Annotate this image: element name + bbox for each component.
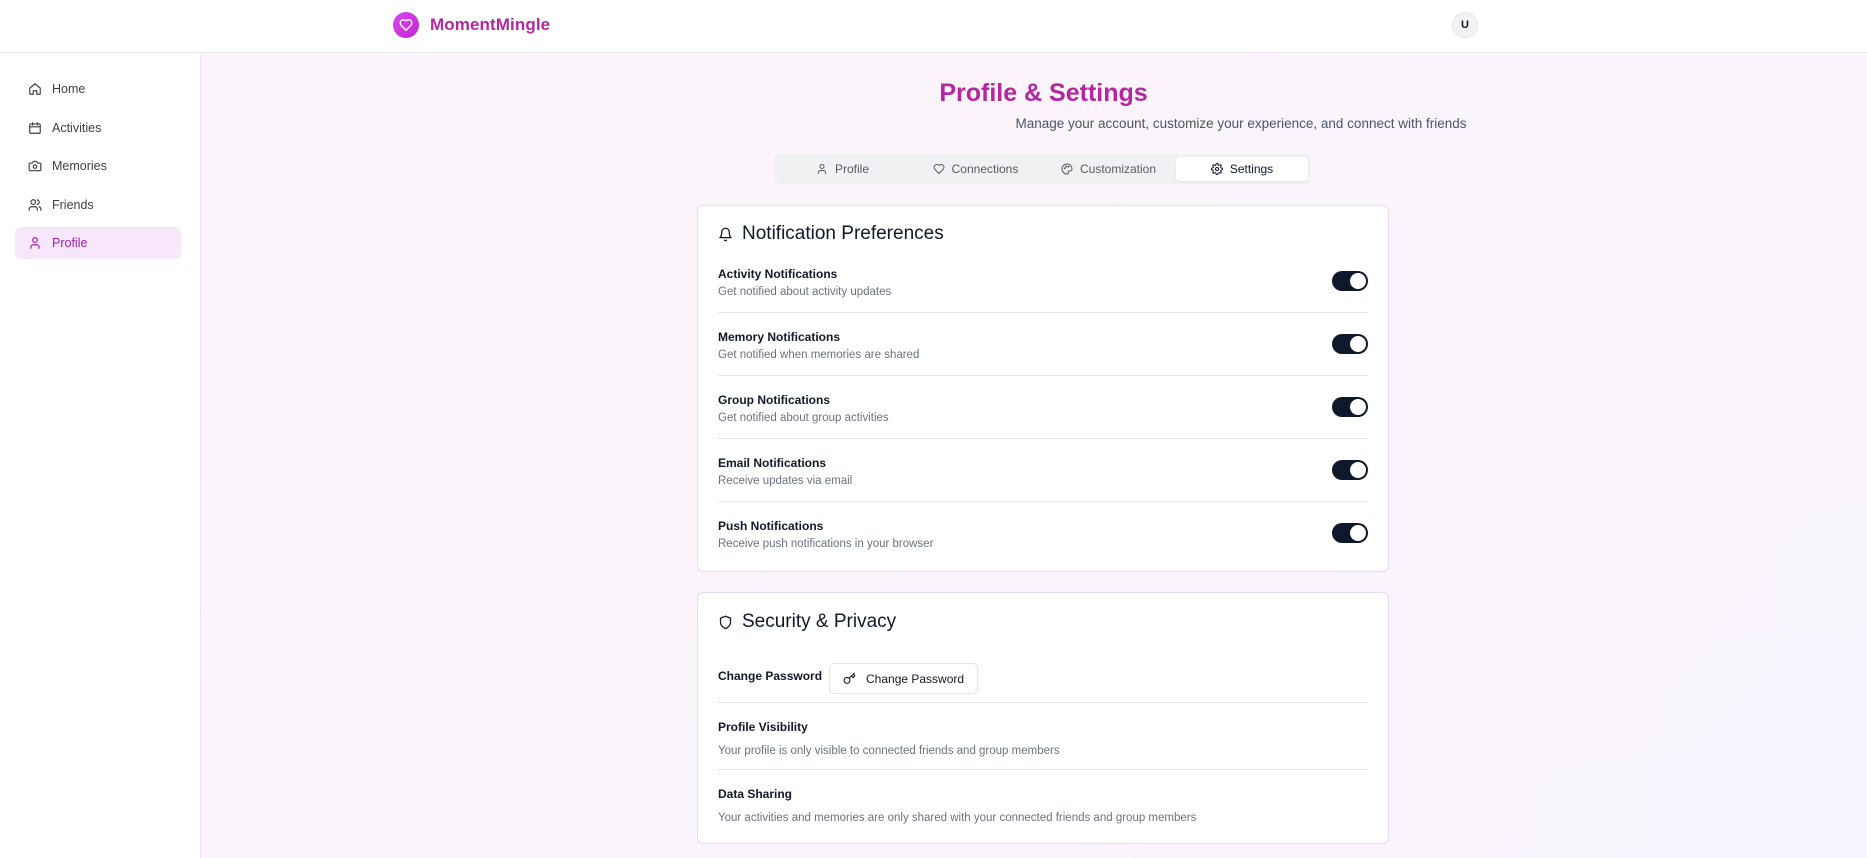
page-subtitle: Manage your account, customize your expe… [1015,116,1467,131]
tab-label: Profile [834,162,869,176]
setting-row-change-password: Change Password Change Password [718,663,1368,694]
toggle-knob [1350,399,1366,415]
setting-label: Memory Notifications [718,330,841,344]
toggle-knob [1350,462,1366,478]
brand[interactable]: MomentMingle [393,12,550,38]
divider [718,501,1368,502]
tab-settings[interactable]: Settings [1176,157,1308,181]
tab-connections[interactable]: Connections [910,157,1041,181]
user-icon [30,237,40,249]
shield-icon [719,615,732,629]
email-notifications-toggle[interactable] [1332,460,1368,480]
tab-label: Customization [1079,162,1157,176]
setting-row-group: Group Notifications Get notified about g… [718,393,1368,424]
card-title: Security & Privacy [718,611,896,633]
setting-row-activity: Activity Notifications Get notified abou… [718,267,1368,298]
divider [718,438,1368,439]
setting-row-data-sharing: Data Sharing Your activities and memorie… [718,787,1368,824]
setting-description: Get notified about group activities [718,412,889,424]
top-bar: MomentMingle U [0,0,1867,53]
sidebar: Home Activities Memories Friends Profile [0,53,201,858]
toggle-knob [1350,336,1366,352]
notification-preferences-card: Notification Preferences Activity Notifi… [697,205,1389,572]
users-icon [28,199,42,211]
sidebar-item-label: Memories [52,159,107,173]
tab-profile[interactable]: Profile [777,157,908,181]
sidebar-item-label: Profile [52,236,88,250]
setting-description: Your profile is only visible to connecte… [718,745,1060,757]
setting-label: Change Password [718,669,823,683]
tab-customization[interactable]: Customization [1043,157,1174,181]
settings-tabs: Profile Connections Customization Settin… [774,154,1311,184]
sidebar-item-label: Friends [52,198,94,212]
setting-row-email: Email Notifications Receive updates via … [718,456,1368,487]
setting-description: Receive push notifications in your brows… [718,538,934,550]
sidebar-item-activities[interactable]: Activities [15,112,181,144]
divider [718,769,1368,770]
setting-row-profile-visibility: Profile Visibility Your profile is only … [718,720,1368,757]
user-avatar[interactable]: U [1452,12,1478,38]
setting-description: Receive updates via email [718,475,853,487]
divider [718,312,1368,313]
heart-icon [933,164,945,174]
brand-name: MomentMingle [430,15,551,34]
memory-notifications-toggle[interactable] [1332,334,1368,354]
setting-description: Your activities and memories are only sh… [718,812,1197,824]
user-icon [817,164,826,174]
group-notifications-toggle[interactable] [1332,397,1368,417]
setting-label: Profile Visibility [718,720,808,734]
palette-icon [1061,163,1073,175]
setting-label: Email Notifications [718,456,827,470]
toggle-knob [1350,525,1366,541]
setting-label: Data Sharing [718,787,793,801]
activity-notifications-toggle[interactable] [1332,271,1368,291]
camera-icon [28,160,42,172]
divider [718,375,1368,376]
toggle-knob [1350,273,1366,289]
sidebar-item-label: Activities [52,121,102,135]
gear-icon [1210,163,1223,175]
setting-row-push: Push Notifications Receive push notifica… [718,519,1368,550]
card-title: Notification Preferences [718,223,944,245]
tab-label: Connections [951,162,1019,176]
heart-logo-icon [393,12,419,38]
change-password-button[interactable]: Change Password [829,663,979,694]
divider [718,702,1368,703]
security-privacy-card: Security & Privacy Change Password Chang… [697,592,1389,844]
bell-icon [719,227,732,241]
calendar-icon [29,122,41,134]
tab-label: Settings [1229,162,1274,176]
setting-label: Push Notifications [718,519,824,533]
setting-row-memory: Memory Notifications Get notified when m… [718,330,1368,361]
sidebar-item-friends[interactable]: Friends [15,189,181,221]
page-title: Profile & Settings [939,79,1148,107]
setting-description: Get notified when memories are shared [718,349,920,361]
push-notifications-toggle[interactable] [1332,523,1368,543]
sidebar-item-profile[interactable]: Profile [15,227,181,259]
setting-label: Activity Notifications [718,267,838,281]
setting-description: Get notified about activity updates [718,286,892,298]
sidebar-item-memories[interactable]: Memories [15,150,181,182]
key-icon [843,672,856,684]
setting-label: Group Notifications [718,393,830,407]
